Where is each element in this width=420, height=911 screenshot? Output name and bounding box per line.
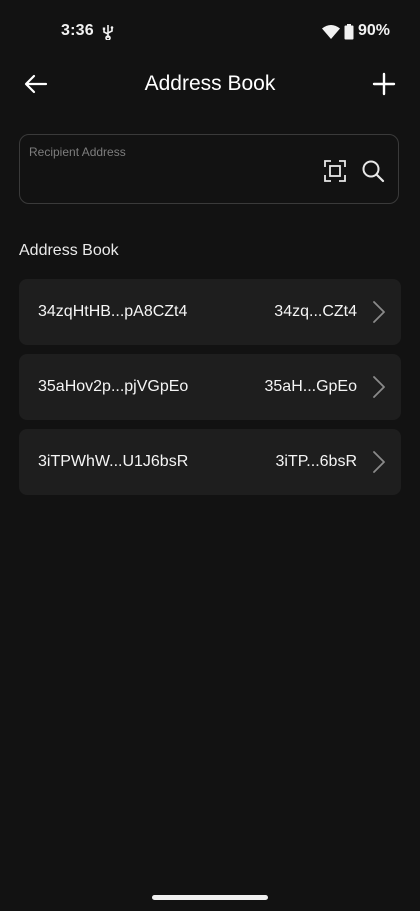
address-name: 3iTPWhW...U1J6bsR [38, 453, 189, 470]
address-short: 35aH...GpEo [264, 378, 358, 395]
home-indicator[interactable] [152, 895, 268, 900]
battery-percent: 90% [358, 22, 391, 39]
section-title: Address Book [19, 242, 119, 259]
search-icon[interactable] [361, 159, 385, 183]
address-list: 34zqHtHB...pA8CZt4 34zq...CZt4 35aHov2p.… [19, 279, 401, 504]
plus-icon[interactable] [370, 70, 398, 98]
address-short: 3iTP...6bsR [275, 453, 357, 470]
chevron-right-icon [373, 451, 385, 473]
app-bar: Address Book [0, 64, 420, 104]
address-list-item[interactable]: 35aHov2p...pjVGpEo 35aH...GpEo [19, 354, 401, 420]
recipient-address-field[interactable]: Recipient Address [19, 134, 399, 204]
wifi-icon [322, 25, 340, 39]
address-name: 34zqHtHB...pA8CZt4 [38, 303, 188, 320]
usb-icon [102, 25, 114, 40]
address-short: 34zq...CZt4 [274, 303, 357, 320]
recipient-address-input[interactable] [29, 165, 309, 193]
battery-icon [344, 24, 354, 40]
chevron-right-icon [373, 301, 385, 323]
scan-icon[interactable] [324, 160, 346, 182]
recipient-address-label: Recipient Address [29, 145, 126, 159]
status-time: 3:36 [61, 22, 94, 39]
page-title: Address Book [144, 72, 276, 95]
address-list-item[interactable]: 34zqHtHB...pA8CZt4 34zq...CZt4 [19, 279, 401, 345]
chevron-right-icon [373, 376, 385, 398]
address-name: 35aHov2p...pjVGpEo [38, 378, 189, 395]
status-bar: 3:36 90% [0, 0, 420, 64]
address-list-item[interactable]: 3iTPWhW...U1J6bsR 3iTP...6bsR [19, 429, 401, 495]
